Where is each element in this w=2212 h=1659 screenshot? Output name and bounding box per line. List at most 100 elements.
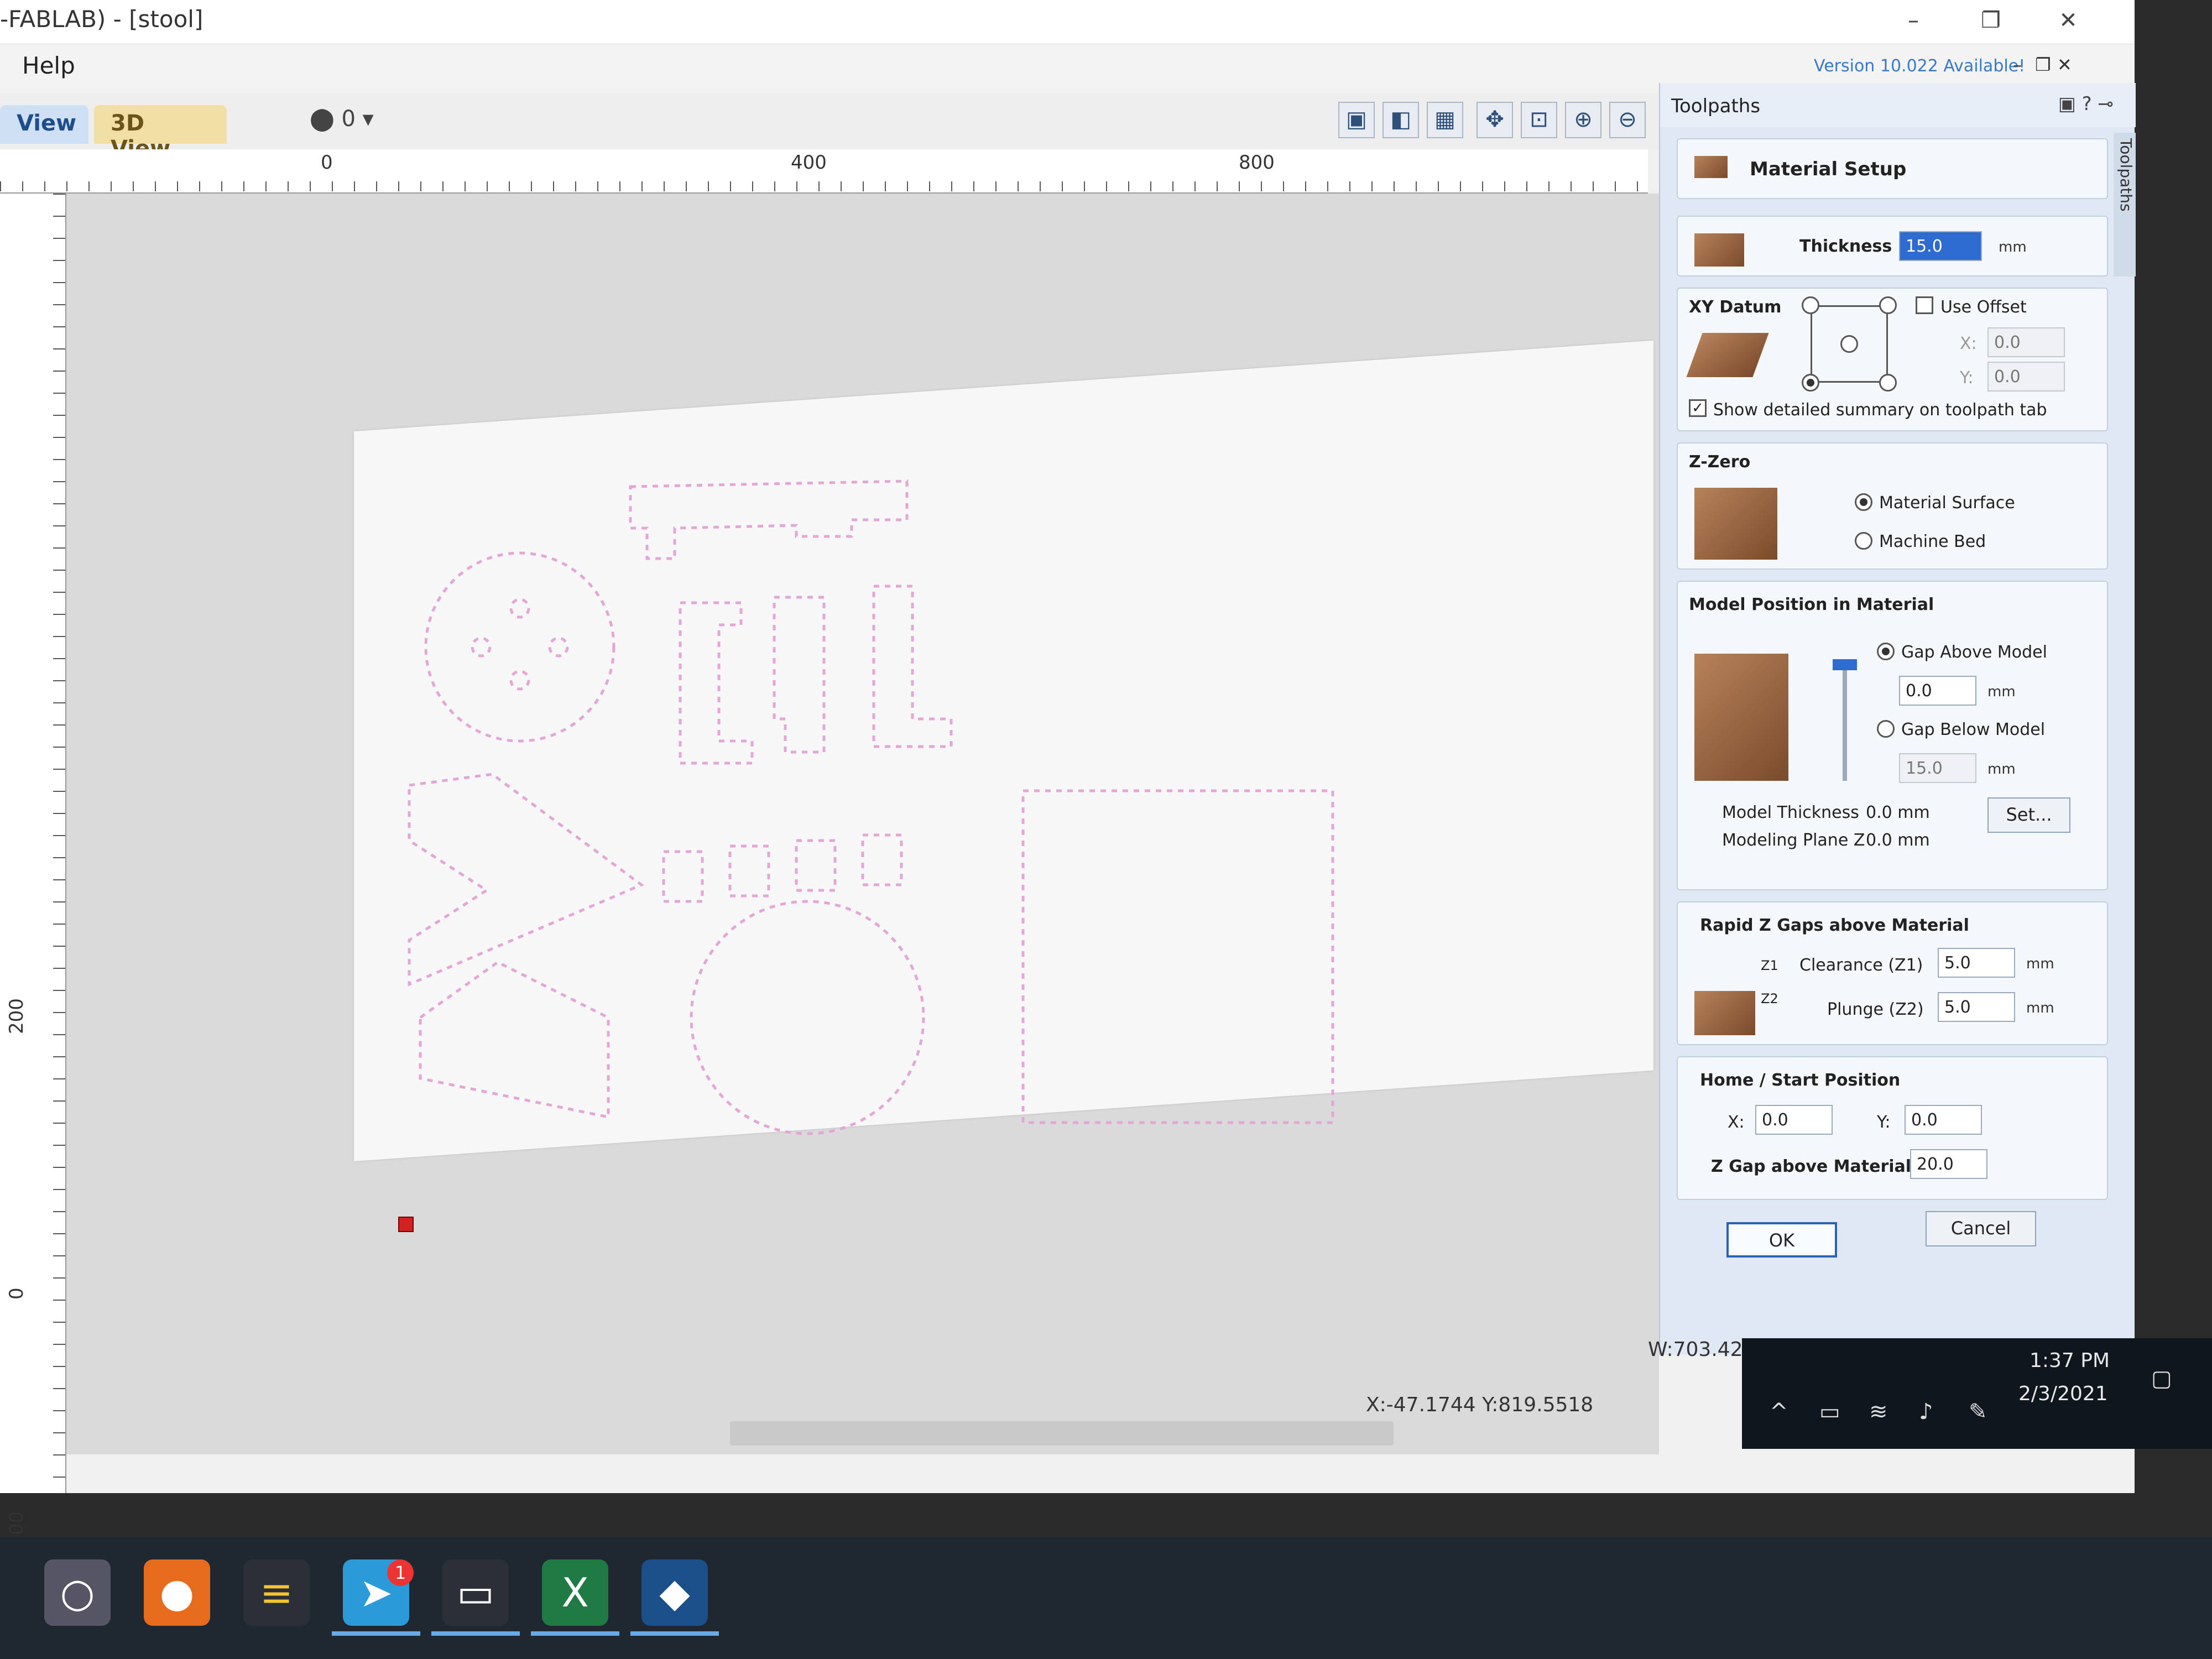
vector-round-seat[interactable] [424, 551, 615, 743]
set-button[interactable]: Set... [1987, 797, 2070, 833]
gap-above-unit: mm [1987, 684, 2016, 700]
material-block-icon [1694, 156, 1728, 178]
application-window: -FABLAB) - [stool] – ❐ ✕ Help Version 10… [0, 0, 2136, 1566]
tab-2d-view[interactable]: View [0, 105, 88, 144]
tab-3d-view[interactable]: 3D View [94, 105, 227, 161]
ruler-label: 800 [1239, 152, 1275, 174]
battery-icon[interactable]: ▭ [1819, 1399, 1840, 1425]
home-x-input[interactable]: 0.0 [1755, 1105, 1833, 1135]
minimize-button[interactable]: – [1891, 8, 1936, 33]
offset-x-input[interactable]: 0.0 [1987, 327, 2065, 357]
doc-close-button[interactable]: ✕ [2057, 54, 2072, 75]
horizontal-scrollbar[interactable] [730, 1421, 1394, 1446]
offset-y-input[interactable]: 0.0 [1987, 362, 2065, 392]
vector-seat-hole[interactable] [471, 637, 492, 658]
thickness-group: Thickness 15.0 mm [1677, 216, 2108, 276]
cursor-coordinates: X:-47.1744 Y:819.5518 [1366, 1394, 1594, 1416]
layout-icon[interactable]: ◧ [1383, 102, 1419, 138]
close-button[interactable]: ✕ [2046, 8, 2090, 33]
vector-leg[interactable] [773, 596, 826, 754]
gap-above-input[interactable]: 0.0 [1899, 676, 1976, 706]
datum-bottom-left-radio[interactable] [1802, 374, 1819, 392]
panel-layout-icon[interactable]: ▣ [2058, 93, 2076, 115]
clock-time[interactable]: 1:37 PM [2030, 1349, 2110, 1372]
use-offset-checkbox[interactable] [1916, 296, 1933, 314]
vector-small-square[interactable] [728, 844, 770, 898]
restore-button[interactable]: ❐ [1969, 8, 2013, 33]
cancel-button[interactable]: Cancel [1926, 1211, 2036, 1246]
gap-above-label: Gap Above Model [1901, 643, 2047, 662]
layer-dropdown[interactable]: ⬤ 0 ▾ [310, 106, 374, 132]
vector-seat-hole[interactable] [548, 637, 569, 658]
vector-chevron[interactable] [419, 961, 610, 1119]
clearance-input[interactable]: 5.0 [1938, 948, 2015, 978]
pen-icon[interactable]: ✎ [1969, 1399, 1987, 1425]
zoom-box-icon[interactable]: ⊡ [1521, 102, 1557, 138]
side-tab-toolpaths[interactable]: Toolpaths [2114, 133, 2136, 276]
machine-bed-radio[interactable] [1855, 532, 1872, 550]
z-gap-label: Z Gap above Material [1711, 1157, 1912, 1176]
vector-drawing[interactable] [354, 431, 1405, 1206]
datum-bottom-right-radio[interactable] [1879, 374, 1897, 392]
material-surface-radio[interactable] [1855, 493, 1872, 511]
vector-seat-hole[interactable] [509, 598, 530, 619]
help-icon[interactable]: ? [2082, 93, 2092, 115]
vector-round-base[interactable] [690, 900, 925, 1135]
show-summary-checkbox[interactable]: ✓ [1689, 399, 1707, 417]
menu-help[interactable]: Help [22, 52, 75, 79]
firefox-icon[interactable]: ● [144, 1559, 210, 1626]
window-title: -FABLAB) - [stool] [0, 6, 204, 33]
model-position-slider[interactable] [1843, 670, 1847, 781]
design-workspace[interactable]: X:-47.1744 Y:819.5518 [66, 194, 1659, 1454]
origin-marker[interactable] [398, 1217, 414, 1232]
search-icon[interactable]: ○ [44, 1559, 111, 1626]
home-position-title: Home / Start Position [1700, 1071, 1901, 1090]
terminal-active-indicator [431, 1631, 520, 1636]
vector-small-square[interactable] [795, 839, 837, 892]
doc-minimize-button[interactable]: – [2013, 54, 2022, 75]
datum-top-right-radio[interactable] [1879, 296, 1897, 314]
datum-top-left-radio[interactable] [1802, 296, 1819, 314]
model-position-slider-handle[interactable] [1833, 659, 1857, 670]
vector-small-square[interactable] [861, 833, 903, 886]
thickness-input[interactable]: 15.0 [1899, 231, 1982, 261]
excel-icon[interactable]: X [542, 1559, 608, 1626]
vector-leg[interactable] [872, 585, 953, 748]
doc-restore-button[interactable]: ❐ [2035, 54, 2051, 75]
material-surface-label: Material Surface [1879, 493, 2015, 513]
gap-below-radio[interactable] [1877, 720, 1895, 738]
vector-chevron[interactable] [408, 773, 644, 987]
zoom-in-icon[interactable]: ⊕ [1565, 102, 1601, 138]
datum-center-radio[interactable] [1840, 335, 1858, 353]
model-position-title: Model Position in Material [1689, 595, 1934, 614]
vector-leg[interactable] [679, 601, 754, 765]
home-y-input[interactable]: 0.0 [1905, 1105, 1982, 1135]
vector-small-square[interactable] [662, 850, 704, 903]
vector-t-part[interactable] [629, 479, 909, 560]
wifi-icon[interactable]: ≋ [1869, 1399, 1888, 1425]
rapid-z-group: Rapid Z Gaps above Material Z1 Z2 Cleara… [1677, 901, 2108, 1045]
menu-bar: Help Version 10.022 Available! – ❐ ✕ [0, 44, 2135, 88]
clock-date[interactable]: 2/3/2021 [2018, 1383, 2108, 1405]
plunge-input[interactable]: 5.0 [1938, 992, 2015, 1022]
vector-large-rectangle[interactable] [1021, 789, 1334, 1124]
ok-button[interactable]: OK [1726, 1222, 1837, 1258]
version-notice-link[interactable]: Version 10.022 Available! [1814, 56, 2025, 76]
gap-above-radio[interactable] [1877, 643, 1895, 660]
zoom-out-icon[interactable]: ⊖ [1609, 102, 1646, 138]
vector-seat-hole[interactable] [509, 670, 530, 691]
material-setup-title: Material Setup [1750, 158, 1907, 180]
vcarve-icon[interactable]: ◆ [641, 1559, 708, 1626]
panel-header-controls: ▣ ? ⊸ [2058, 93, 2114, 115]
volume-icon[interactable]: ♪ [1919, 1399, 1933, 1425]
chevron-up-icon[interactable]: ^ [1770, 1399, 1788, 1425]
notification-icon[interactable]: ▢ [2151, 1366, 2172, 1391]
z-gap-input[interactable]: 20.0 [1910, 1149, 1987, 1179]
gap-below-input[interactable]: 15.0 [1899, 753, 1976, 783]
pan-icon[interactable]: ✥ [1477, 102, 1513, 138]
app-bars-icon[interactable]: ≡ [243, 1559, 310, 1626]
view-fit-icon[interactable]: ▣ [1338, 102, 1375, 138]
grid-icon[interactable]: ▦ [1427, 102, 1463, 138]
terminal-icon[interactable]: ▭ [442, 1559, 509, 1626]
pin-icon[interactable]: ⊸ [2098, 93, 2114, 115]
